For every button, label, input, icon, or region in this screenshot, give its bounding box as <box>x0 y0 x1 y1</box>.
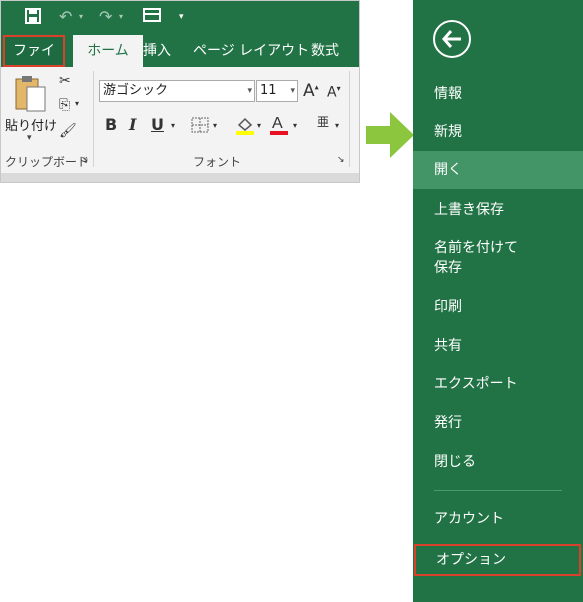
undo-dropdown-icon[interactable]: ▾ <box>79 8 83 26</box>
group-separator <box>93 71 94 167</box>
italic-icon[interactable]: I <box>129 115 136 134</box>
svg-text:A: A <box>272 115 283 132</box>
tab-home[interactable]: ホーム <box>73 35 143 67</box>
tab-page-layout[interactable]: ページ レイアウト <box>187 35 315 67</box>
ribbon-home: 貼り付け ▾ ✂ ⎘ ▾ 🖌 クリップボード ↘ 游ゴシック ▾ 11 ▾ A▴… <box>1 67 359 173</box>
menu-item-new[interactable]: 新規 <box>413 122 583 142</box>
clipboard-launcher-icon[interactable]: ↘ <box>81 155 89 165</box>
right-arrow-icon <box>366 112 414 158</box>
fill-color-dropdown-icon[interactable]: ▾ <box>257 121 261 130</box>
group-separator <box>349 71 350 167</box>
tab-file[interactable]: ファイル <box>3 35 65 87</box>
bold-icon[interactable]: B <box>105 115 117 134</box>
grow-font-icon[interactable]: A▴ <box>303 81 319 101</box>
fill-color-icon[interactable] <box>235 115 255 139</box>
undo-icon[interactable]: ↶ <box>59 8 72 26</box>
font-name-select[interactable]: 游ゴシック ▾ <box>99 80 255 102</box>
underline-icon[interactable]: U <box>151 115 164 134</box>
ribbon-tabs: ファイル ホーム 挿入 ページ レイアウト 数式 <box>1 35 359 87</box>
font-size-value: 11 <box>260 83 277 98</box>
tab-insert[interactable]: 挿入 <box>137 35 177 67</box>
border-dropdown-icon[interactable]: ▾ <box>213 121 217 130</box>
redo-dropdown-icon[interactable]: ▾ <box>119 8 123 26</box>
font-launcher-icon[interactable]: ↘ <box>337 155 345 165</box>
menu-item-save-as-line1[interactable]: 名前を付けて <box>413 238 583 258</box>
menu-item-print[interactable]: 印刷 <box>413 297 583 317</box>
font-group-label: フォント <box>193 155 242 169</box>
copy-icon[interactable]: ⎘ <box>59 97 70 113</box>
font-color-icon[interactable]: A <box>269 113 289 139</box>
clipboard-group-label: クリップボード <box>5 155 90 169</box>
format-painter-icon[interactable]: 🖌 <box>59 123 77 139</box>
menu-item-open[interactable]: 開く <box>413 151 583 189</box>
shrink-font-icon[interactable]: A▾ <box>327 84 341 101</box>
menu-item-info[interactable]: 情報 <box>413 84 583 104</box>
view-icon[interactable] <box>143 8 161 26</box>
paste-dropdown-icon[interactable]: ▾ <box>27 133 32 143</box>
customize-icon[interactable]: ▾ <box>179 8 184 26</box>
save-icon[interactable] <box>25 8 41 28</box>
menu-item-publish[interactable]: 発行 <box>413 413 583 433</box>
excel-window: ↶ ▾ ↷ ▾ ▾ ファイル ホーム 挿入 ページ レイアウト 数式 貼り付け … <box>0 0 360 183</box>
font-name-value: 游ゴシック <box>103 83 169 98</box>
ribbon-bottom-bar <box>1 173 359 182</box>
border-icon[interactable] <box>191 117 209 137</box>
backstage-menu: 情報 新規 開く 上書き保存 名前を付けて 保存 印刷 共有 エクスポート 発行… <box>413 0 583 602</box>
menu-item-export[interactable]: エクスポート <box>413 374 583 394</box>
copy-dropdown-icon[interactable]: ▾ <box>75 99 79 108</box>
menu-item-account[interactable]: アカウント <box>413 509 583 529</box>
menu-item-save-as-line2[interactable]: 保存 <box>413 258 583 278</box>
chevron-down-icon: ▾ <box>247 86 252 96</box>
cut-icon[interactable]: ✂ <box>59 73 71 89</box>
menu-item-options[interactable]: オプション <box>414 544 581 576</box>
quick-access-toolbar: ↶ ▾ ↷ ▾ ▾ <box>1 1 359 35</box>
menu-divider <box>434 490 562 491</box>
paste-button[interactable]: 貼り付け <box>5 115 57 134</box>
menu-item-share[interactable]: 共有 <box>413 336 583 356</box>
font-color-dropdown-icon[interactable]: ▾ <box>293 121 297 130</box>
paste-icon[interactable] <box>15 75 47 113</box>
redo-icon[interactable]: ↷ <box>99 8 112 26</box>
menu-item-save[interactable]: 上書き保存 <box>413 200 583 220</box>
font-size-select[interactable]: 11 ▾ <box>256 80 298 102</box>
menu-item-close[interactable]: 閉じる <box>413 452 583 472</box>
back-button[interactable] <box>433 20 471 58</box>
back-arrow-icon <box>442 30 461 48</box>
underline-dropdown-icon[interactable]: ▾ <box>171 121 175 130</box>
chevron-down-icon: ▾ <box>290 86 295 96</box>
phonetic-dropdown-icon[interactable]: ▾ <box>335 121 339 130</box>
phonetic-icon[interactable]: 亜 <box>317 113 329 130</box>
tab-formulas[interactable]: 数式 <box>305 35 345 67</box>
